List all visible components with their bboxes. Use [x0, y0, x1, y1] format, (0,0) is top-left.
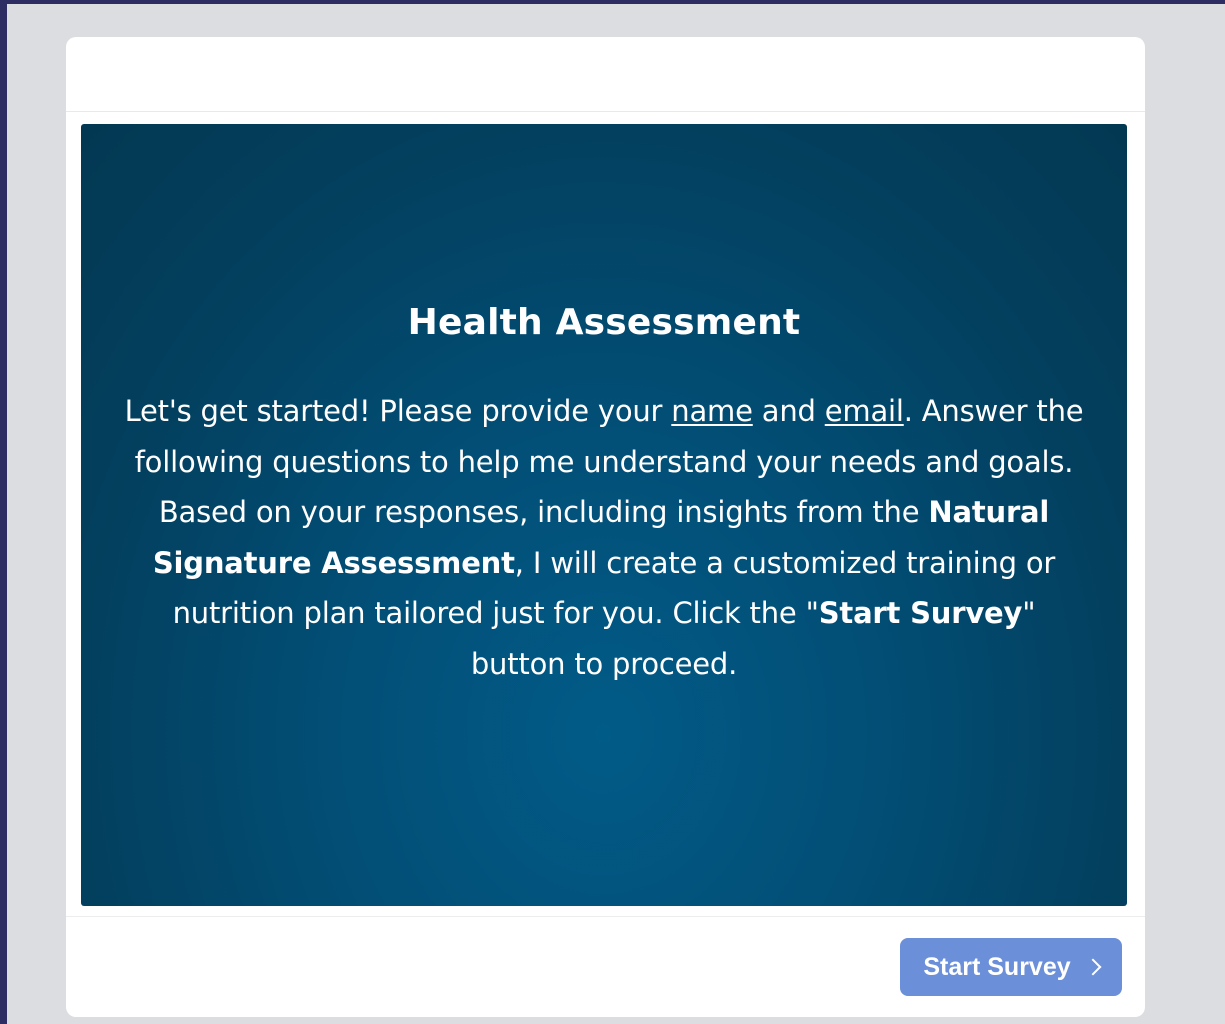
card-header: [66, 37, 1145, 112]
name-field-link: name: [671, 394, 753, 428]
survey-card: Health Assessment Let's get started! Ple…: [66, 37, 1145, 1017]
intro-text-2: and: [752, 394, 825, 428]
intro-text-1: Let's get started! Please provide your: [124, 394, 672, 428]
welcome-panel: Health Assessment Let's get started! Ple…: [81, 124, 1127, 906]
welcome-text: Let's get started! Please provide your n…: [121, 386, 1087, 689]
window-top-edge: [0, 0, 1225, 4]
window-left-edge: [0, 0, 7, 1024]
start-survey-reference: Start Survey: [818, 596, 1023, 630]
email-field-link: email: [824, 394, 904, 428]
start-survey-button[interactable]: Start Survey: [900, 938, 1122, 996]
chevron-right-icon: [1084, 958, 1102, 976]
start-survey-label: Start Survey: [923, 952, 1071, 981]
survey-title: Health Assessment: [407, 302, 801, 343]
